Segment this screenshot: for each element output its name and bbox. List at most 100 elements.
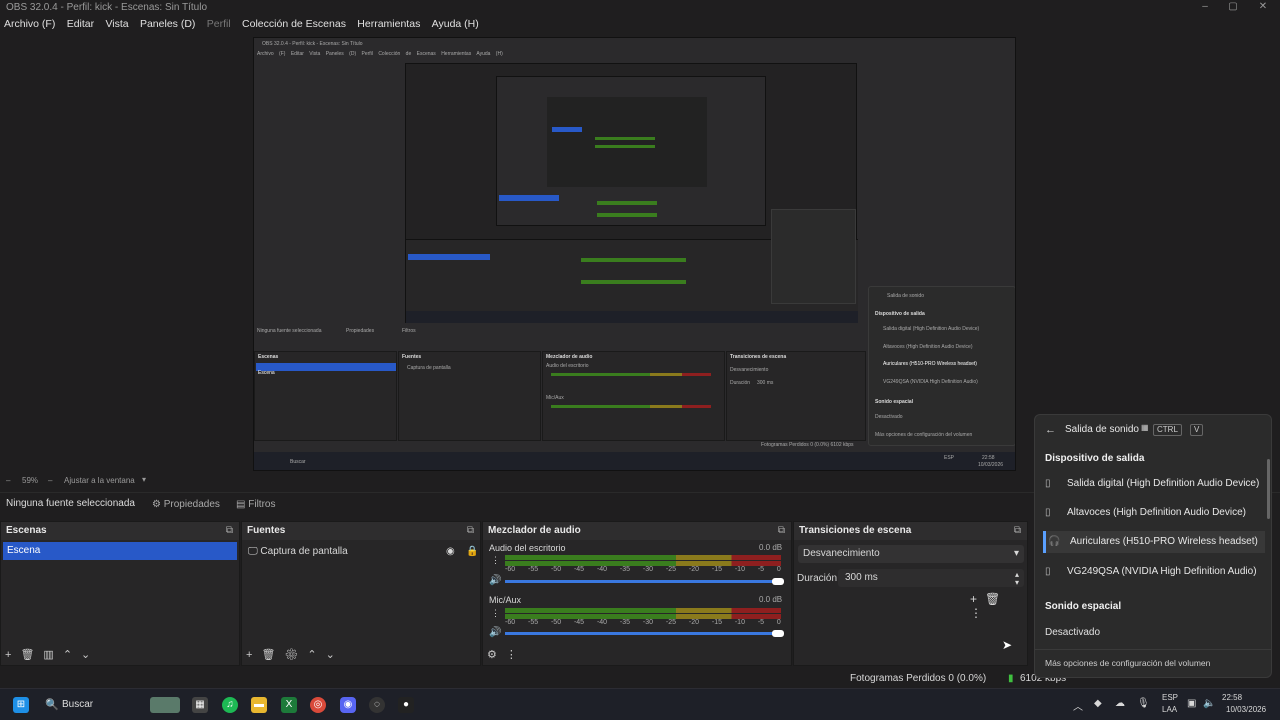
filter-icon[interactable]: ▥ (43, 649, 62, 661)
menu-editar[interactable]: Editar (67, 16, 94, 32)
nested-sources-header: Fuentes (402, 354, 422, 360)
nested-flyout-item: Auriculares (H510-PRO Wireless headset) (883, 361, 977, 367)
mic-icon[interactable]: 🎙 (1137, 698, 1150, 709)
gear-icon[interactable]: ⚙ (487, 649, 506, 661)
properties-button[interactable]: ⚙ Propiedades (144, 496, 228, 514)
volume-slider-handle[interactable] (772, 578, 784, 585)
search-highlight-icon (150, 697, 180, 713)
volume-slider-handle[interactable] (772, 630, 784, 637)
device-item[interactable]: ▯ VG249QSA (NVIDIA High Definition Audio… (1043, 561, 1265, 583)
store-icon[interactable]: ▦ (192, 697, 208, 713)
gear-icon[interactable]: ⚙ (284, 649, 307, 661)
menu-herramientas[interactable]: Herramientas (357, 16, 420, 32)
chevron-up-icon[interactable]: ︿ (1073, 698, 1083, 713)
app-icon[interactable]: ◌ (369, 697, 385, 713)
search-icon[interactable]: 🔍 (45, 698, 59, 711)
taskbar-search[interactable]: Buscar (62, 699, 93, 710)
scale-tick: -5 (757, 566, 765, 573)
filters-button[interactable]: ▤ Filtros (228, 496, 283, 514)
volume-slider[interactable] (505, 580, 781, 583)
scenes-header: Escenas ⧉ (1, 522, 239, 540)
transition-select[interactable]: Desvanecimiento ▾ (798, 545, 1024, 563)
more-volume-options-link[interactable]: Más opciones de configuración del volume… (1045, 658, 1210, 668)
obs-icon[interactable]: ● (398, 697, 414, 713)
scale-tick: -60 (505, 566, 516, 573)
back-arrow-icon[interactable]: ← (1045, 424, 1056, 436)
minimize-button[interactable]: – (1190, 0, 1220, 16)
add-icon[interactable]: + (970, 592, 985, 606)
nested-meter (597, 201, 657, 205)
excel-icon[interactable]: X (281, 697, 297, 713)
eye-icon[interactable]: ◉ (446, 544, 455, 560)
close-button[interactable]: ✕ (1248, 0, 1278, 16)
discord-icon[interactable]: ◉ (340, 697, 356, 713)
zoom-minus-icon[interactable]: – (6, 476, 10, 485)
zoom-plus-icon[interactable]: – (48, 476, 52, 485)
channel-menu-icon[interactable]: ⋮ (491, 608, 500, 619)
scale-tick: -35 (619, 619, 631, 626)
channel-menu-icon[interactable]: ⋮ (491, 555, 500, 566)
trash-icon[interactable]: 🗑 (261, 649, 284, 661)
menu-paneles[interactable]: Paneles (D) (140, 16, 195, 32)
menu-ayuda[interactable]: Ayuda (H) (432, 16, 479, 32)
lang-label-2[interactable]: LAA (1162, 705, 1177, 714)
maximize-button[interactable]: ▢ (1218, 0, 1248, 16)
zoom-fit[interactable]: Ajustar a la ventana (64, 476, 135, 485)
volume-slider[interactable] (505, 632, 781, 635)
arrow-up-icon[interactable]: ⌃ (63, 649, 81, 661)
device-label: VG249QSA (NVIDIA High Definition Audio) (1067, 566, 1257, 577)
undock-icon[interactable]: ⧉ (778, 522, 785, 540)
trash-icon[interactable]: 🗑 (985, 592, 1008, 606)
menu-vista[interactable]: Vista (105, 16, 128, 32)
chrome-icon[interactable]: ◎ (310, 697, 326, 713)
nested-taskbar (406, 311, 858, 323)
nested-meter (595, 137, 655, 140)
undock-icon[interactable]: ⧉ (226, 522, 233, 540)
more-icon[interactable]: ⋮ (506, 649, 526, 661)
menu-coleccion[interactable]: Colección de Escenas (242, 16, 346, 32)
add-icon[interactable]: + (5, 649, 20, 661)
preview-canvas[interactable]: OBS 32.0.4 - Perfil: kick - Escenas: Sin… (253, 37, 1016, 471)
speaker-device-icon: ▯ (1045, 507, 1051, 518)
arrow-down-icon[interactable]: ⌄ (81, 649, 99, 661)
cloud-icon[interactable]: ☁ (1115, 698, 1125, 709)
tray-icon[interactable]: ◆ (1094, 698, 1102, 709)
spotify-icon[interactable]: ♫ (222, 697, 238, 713)
more-icon[interactable]: ⋮ (970, 606, 990, 620)
flyout-scrollbar[interactable] (1267, 459, 1270, 519)
spatial-sound-value[interactable]: Desactivado (1045, 627, 1100, 638)
nested-flyout-item: Altavoces (High Definition Audio Device) (883, 344, 973, 350)
scale-tick: -40 (596, 619, 608, 626)
add-icon[interactable]: + (246, 649, 261, 661)
menu-archivo[interactable]: Archivo (F) (4, 16, 55, 32)
device-item[interactable]: ▯ Altavoces (High Definition Audio Devic… (1043, 502, 1265, 524)
arrow-up-icon[interactable]: ⌃ (307, 649, 325, 661)
lock-icon[interactable]: 🔒 (466, 544, 478, 560)
lang-label[interactable]: ESP (1162, 693, 1178, 702)
folder-icon[interactable]: ▬ (251, 697, 267, 713)
zoom-dropdown-icon[interactable]: ▾ (142, 475, 146, 484)
nested-properties: Propiedades (346, 328, 375, 334)
nested-menu-item: Vista (309, 51, 321, 57)
network-icon[interactable]: ▣ (1187, 698, 1196, 709)
scale-tick: -15 (711, 619, 722, 626)
trash-icon[interactable]: 🗑 (20, 649, 43, 661)
clock-time[interactable]: 22:58 (1222, 693, 1242, 702)
undock-icon[interactable]: ⧉ (1014, 522, 1021, 540)
arrow-down-icon[interactable]: ⌄ (326, 649, 344, 661)
scenes-footer: +🗑▥⌃⌄ (5, 648, 99, 661)
speaker-icon[interactable]: 🔊 (489, 575, 501, 586)
device-item[interactable]: ▯ Salida digital (High Definition Audio … (1043, 473, 1265, 495)
undock-icon[interactable]: ⧉ (467, 522, 474, 540)
device-item-selected[interactable]: 🎧 Auriculares (H510-PRO Wireless headset… (1043, 531, 1265, 553)
clock-date[interactable]: 10/03/2026 (1226, 705, 1266, 714)
speaker-icon[interactable]: 🔊 (489, 627, 501, 638)
windows-start-icon[interactable]: ⊞ (13, 697, 29, 713)
chevron-down-icon[interactable]: ▾ (1015, 574, 1019, 592)
volume-icon[interactable]: 🔈 (1203, 698, 1215, 709)
scene-item[interactable]: Escena (3, 542, 237, 560)
mixer-title: Mezclador de audio (488, 525, 581, 536)
duration-spinbox[interactable]: 300 ms ▴ ▾ (838, 569, 1024, 587)
menu-perfil[interactable]: Perfil (207, 16, 231, 32)
source-item[interactable]: 🖵 Captura de pantalla ◉ 🔒 (248, 544, 478, 560)
